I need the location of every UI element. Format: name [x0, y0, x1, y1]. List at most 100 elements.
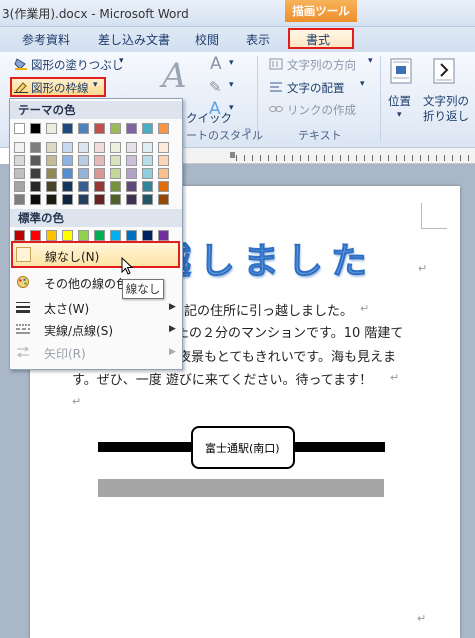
chevron-down-icon[interactable]: ▾	[93, 80, 98, 90]
body-line-3[interactable]: 夜景もとてもきれいです。海も見えま	[178, 346, 396, 365]
wrap-text-line1[interactable]: 文字列の	[423, 93, 469, 109]
theme-shade-swatch[interactable]	[110, 194, 121, 205]
chevron-down-icon[interactable]: ▾	[397, 110, 402, 120]
theme-shade-swatch[interactable]	[158, 155, 169, 166]
menu-item-dashes[interactable]: 実線/点線(S)	[44, 322, 113, 339]
theme-shade-swatch[interactable]	[142, 181, 153, 192]
theme-shade-swatch[interactable]	[14, 194, 25, 205]
theme-shade-swatch[interactable]	[94, 194, 105, 205]
theme-shade-swatch[interactable]	[46, 155, 57, 166]
theme-shade-swatch[interactable]	[94, 181, 105, 192]
theme-shade-swatch[interactable]	[62, 155, 73, 166]
position-button[interactable]: 位置	[388, 93, 411, 109]
road-line-right[interactable]	[293, 442, 385, 452]
theme-shade-swatch[interactable]	[158, 142, 169, 153]
position-icon[interactable]	[390, 58, 412, 84]
theme-shade-swatch[interactable]	[126, 155, 137, 166]
standard-color-swatch[interactable]	[94, 230, 105, 241]
chevron-down-icon[interactable]: ▾	[360, 79, 365, 89]
standard-color-swatch[interactable]	[158, 230, 169, 241]
standard-color-swatch[interactable]	[110, 230, 121, 241]
wrap-text-line2[interactable]: 折り返し	[423, 108, 469, 124]
standard-color-swatch[interactable]	[62, 230, 73, 241]
theme-shade-swatch[interactable]	[142, 194, 153, 205]
theme-shade-swatch[interactable]	[158, 168, 169, 179]
theme-shade-swatch[interactable]	[110, 181, 121, 192]
theme-shade-swatch[interactable]	[78, 168, 89, 179]
align-text-button[interactable]: 文字の配置	[287, 80, 345, 96]
chevron-down-icon[interactable]: ▾	[368, 56, 373, 66]
theme-shade-swatch[interactable]	[110, 155, 121, 166]
create-link-button[interactable]: リンクの作成	[287, 102, 356, 118]
theme-shade-swatch[interactable]	[14, 155, 25, 166]
theme-color-swatch[interactable]	[14, 123, 25, 134]
theme-shade-swatch[interactable]	[126, 168, 137, 179]
tab-mailings[interactable]: 差し込み文書	[98, 31, 170, 48]
theme-shade-swatch[interactable]	[142, 168, 153, 179]
standard-color-swatch[interactable]	[78, 230, 89, 241]
theme-shade-swatch[interactable]	[158, 181, 169, 192]
theme-shade-swatch[interactable]	[142, 155, 153, 166]
standard-color-swatch[interactable]	[46, 230, 57, 241]
body-line-4[interactable]: す。ぜひ、一度 遊びに来てください。待ってます！	[72, 369, 372, 388]
theme-shade-swatch[interactable]	[94, 142, 105, 153]
menu-item-weight[interactable]: 太さ(W)	[44, 300, 89, 317]
theme-color-swatch[interactable]	[30, 123, 41, 134]
text-outline-icon[interactable]: ✎	[209, 78, 222, 96]
chevron-down-icon[interactable]: ▾	[229, 58, 234, 68]
theme-shade-swatch[interactable]	[78, 155, 89, 166]
theme-color-swatch[interactable]	[94, 123, 105, 134]
standard-color-swatch[interactable]	[142, 230, 153, 241]
theme-shade-swatch[interactable]	[30, 168, 41, 179]
theme-shade-swatch[interactable]	[46, 168, 57, 179]
wordart-heading[interactable]: 越しました	[154, 232, 375, 284]
theme-shade-swatch[interactable]	[78, 142, 89, 153]
body-line-2[interactable]: たの２分のマンションです。10 階建て	[176, 322, 403, 341]
theme-shade-swatch[interactable]	[62, 142, 73, 153]
chevron-down-icon[interactable]: ▾	[119, 56, 124, 66]
quick-style-label[interactable]: クイック	[186, 110, 232, 126]
dialog-launcher-icon[interactable]: ⧉	[245, 126, 251, 136]
grey-bar-shape[interactable]	[98, 479, 384, 497]
tab-review[interactable]: 校閲	[195, 31, 219, 48]
body-line-1[interactable]: 記の住所に引っ越しました。	[184, 300, 353, 319]
theme-shade-swatch[interactable]	[126, 142, 137, 153]
standard-color-swatch[interactable]	[126, 230, 137, 241]
theme-shade-swatch[interactable]	[94, 155, 105, 166]
theme-color-swatch[interactable]	[78, 123, 89, 134]
theme-color-swatch[interactable]	[142, 123, 153, 134]
theme-shade-swatch[interactable]	[30, 181, 41, 192]
theme-shade-swatch[interactable]	[126, 181, 137, 192]
theme-shade-swatch[interactable]	[62, 168, 73, 179]
tab-view[interactable]: 表示	[246, 31, 270, 48]
shape-fill-button[interactable]: 図形の塗りつぶし	[31, 57, 123, 73]
theme-shade-swatch[interactable]	[142, 142, 153, 153]
station-label[interactable]: 富士通駅(南口)	[205, 440, 280, 456]
indent-marker[interactable]	[230, 152, 235, 158]
menu-item-arrows[interactable]: 矢印(R)	[44, 345, 86, 362]
theme-shade-swatch[interactable]	[46, 181, 57, 192]
theme-shade-swatch[interactable]	[46, 142, 57, 153]
theme-shade-swatch[interactable]	[14, 181, 25, 192]
road-line-left[interactable]	[98, 442, 194, 452]
theme-shade-swatch[interactable]	[158, 194, 169, 205]
theme-shade-swatch[interactable]	[46, 194, 57, 205]
theme-shade-swatch[interactable]	[110, 168, 121, 179]
wrap-text-icon[interactable]	[433, 58, 455, 84]
theme-shade-swatch[interactable]	[62, 194, 73, 205]
theme-shade-swatch[interactable]	[30, 142, 41, 153]
theme-shade-swatch[interactable]	[94, 168, 105, 179]
theme-color-swatch[interactable]	[158, 123, 169, 134]
text-direction-button[interactable]: 文字列の方向	[287, 57, 356, 73]
theme-color-swatch[interactable]	[110, 123, 121, 134]
theme-shade-swatch[interactable]	[78, 194, 89, 205]
theme-shade-swatch[interactable]	[126, 194, 137, 205]
theme-shade-swatch[interactable]	[14, 142, 25, 153]
standard-color-swatch[interactable]	[30, 230, 41, 241]
text-fill-icon[interactable]: A	[210, 54, 222, 74]
menu-item-more-colors[interactable]: その他の線の色	[44, 275, 128, 292]
standard-color-swatch[interactable]	[14, 230, 25, 241]
theme-color-swatch[interactable]	[46, 123, 57, 134]
theme-shade-swatch[interactable]	[30, 155, 41, 166]
theme-shade-swatch[interactable]	[62, 181, 73, 192]
